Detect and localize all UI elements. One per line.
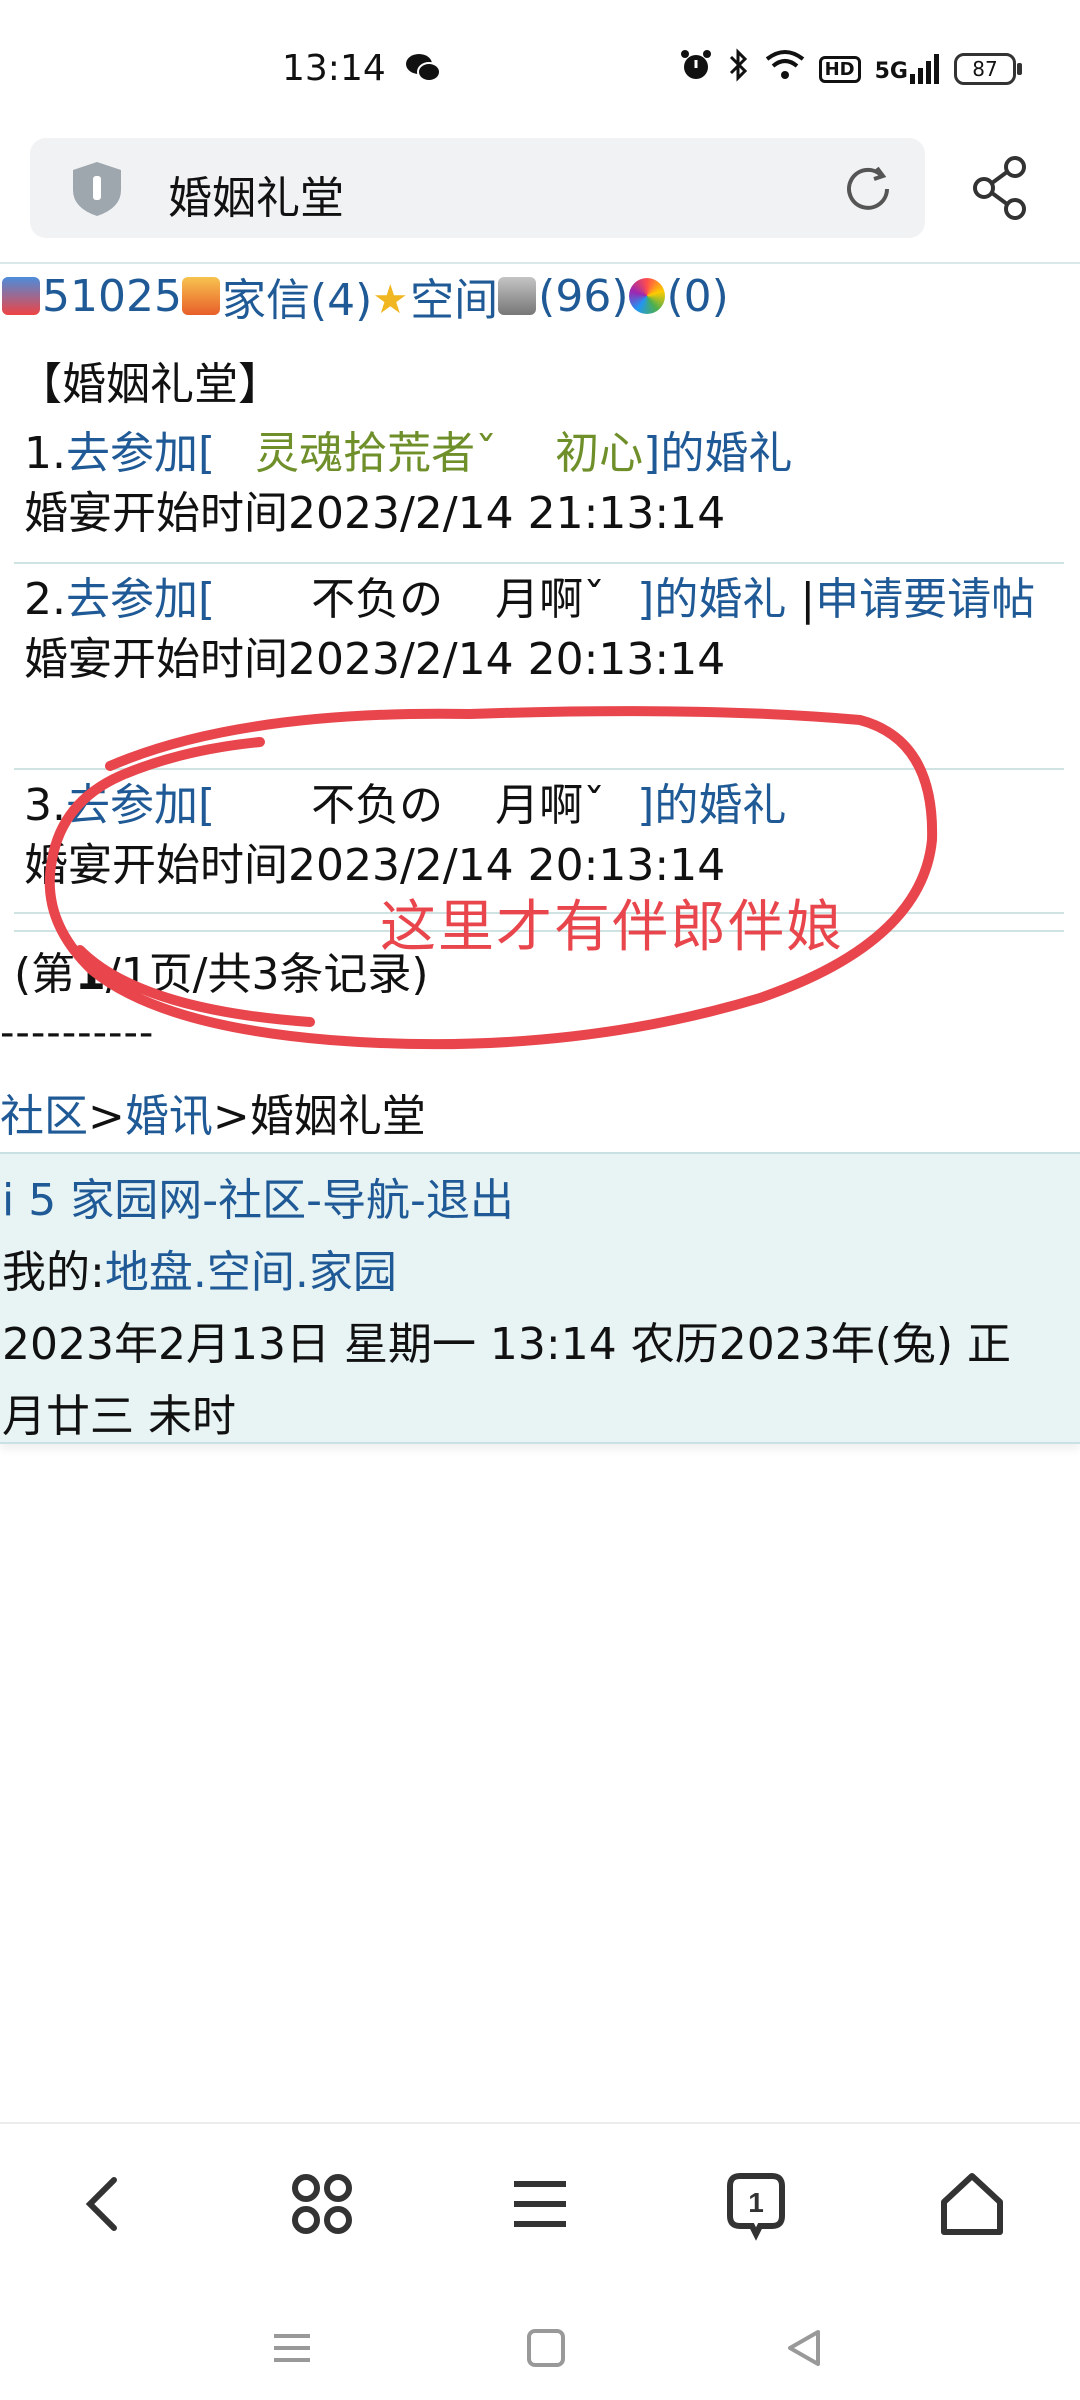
footer-land-link[interactable]: 地盘 [105,1247,193,1298]
star-icon: ★ [372,277,409,323]
wedding-entry-line: 2.去参加[ 不负の 月啊ˇ ]的婚礼 |申请要请帖 [24,570,1064,630]
breadcrumb: 社区>婚讯>婚姻礼堂 [0,1091,426,1142]
user-id-link[interactable]: 51025 [42,271,182,322]
footer-site-link[interactable]: i 5 家园网 [2,1175,202,1226]
address-title[interactable]: 婚姻礼堂 [168,162,344,226]
item-index: 1. [24,428,66,479]
page-title: 【婚姻礼堂】 [18,359,282,410]
apps-icon[interactable] [282,2164,362,2244]
menu-icon[interactable] [500,2164,580,2244]
shield-icon[interactable] [70,160,124,218]
reload-icon[interactable] [841,162,895,216]
annotation-text: 这里才有伴郎伴娘 [380,895,844,960]
recents-icon[interactable] [262,2318,322,2378]
footer-logout-link[interactable]: 退出 [426,1175,514,1226]
footer-date-line2: 月廿三 未时 [2,1391,236,1442]
status-bar: 13:14 HD 5G 87 [0,0,1080,140]
alarm-icon [679,48,713,90]
ring-link[interactable]: (0) [667,271,729,322]
share-icon[interactable] [970,155,1030,221]
breadcrumb-community[interactable]: 社区 [0,1091,88,1142]
attend-link[interactable]: 去参加[ [66,574,215,625]
address-bar[interactable]: 婚姻礼堂 [30,138,925,238]
footer-date-line1: 2023年2月13日 星期一 13:14 农历2023年(兔) 正 [2,1319,1012,1370]
footer-home-link[interactable]: 家园 [309,1247,397,1298]
home-square-icon[interactable] [516,2318,576,2378]
wedding-time: 婚宴开始时间2023/2/14 21:13:14 [24,488,726,539]
mail-link[interactable]: 家信(4) [222,264,372,328]
footer-mine: 我的:地盘.空间.家园 [2,1247,397,1298]
list-item: 2.去参加[不负の 月啊ˇ]的婚礼 |申请要请帖 婚宴开始时间2023/2/14 … [24,570,1064,690]
home-icon[interactable] [932,2164,1012,2244]
back-icon[interactable] [66,2164,146,2244]
footer-community-link[interactable]: 社区 [218,1175,306,1226]
wifi-icon [765,49,805,89]
status-icons: HD 5G 87 [679,48,1022,90]
user-icon [2,277,40,315]
site-footer: i 5 家园网-社区-导航-退出 我的:地盘.空间.家园 2023年2月13日 … [0,1152,1080,1444]
bride-name[interactable]: 月啊ˇ [495,574,605,625]
back-triangle-icon[interactable] [774,2318,834,2378]
wedding-link[interactable]: ]的婚礼 [637,574,786,625]
list-item: 1.去参加[ 灵魂拾荒者ˇ 初心]的婚礼 婚宴开始时间2023/2/14 21:13… [24,424,1064,544]
wedding-entry-line: 1.去参加[ 灵魂拾荒者ˇ 初心]的婚礼 [24,424,1064,484]
signal-icon: 5G [875,54,940,84]
item-index: 2. [24,574,66,625]
wedding-link[interactable]: ]的婚礼 [643,428,792,479]
system-nav-bar [0,2290,1080,2400]
bank-link[interactable]: (96) [538,271,628,322]
bride-name-link[interactable]: 初心 [555,428,643,479]
breadcrumb-current: 婚姻礼堂 [249,1091,426,1142]
footer-nav: i 5 家园网-社区-导航-退出 [2,1175,514,1226]
divider [14,562,1064,564]
browser-toolbar: 1 [0,2122,1080,2274]
tabs-icon[interactable]: 1 [716,2164,796,2244]
mail-icon [181,277,220,315]
space-link[interactable]: 空间 [410,264,498,328]
footer-space-link[interactable]: 空间 [207,1247,295,1298]
annotation-circle [44,706,938,1050]
battery-indicator: 87 [954,53,1022,85]
request-invitation-link[interactable]: 申请要请帖 [815,574,1035,625]
separator: | [800,574,816,625]
bluetooth-icon [727,48,751,90]
hd-badge: HD [818,55,861,83]
wechat-icon [405,52,441,92]
attend-link[interactable]: 去参加[ [66,428,215,479]
breadcrumb-news[interactable]: 婚讯 [125,1091,213,1142]
bank-icon [498,277,537,315]
svg-text:1: 1 [748,2187,764,2218]
top-links: 51025 家信(4) ★ 空间 (96) (0) [2,264,729,328]
status-time: 13:14 [282,48,386,89]
groom-name[interactable]: 不负の [311,574,443,625]
footer-nav-link[interactable]: 导航 [322,1175,410,1226]
ring-icon [628,278,665,314]
groom-name-link[interactable]: 灵魂拾荒者ˇ [255,428,497,479]
